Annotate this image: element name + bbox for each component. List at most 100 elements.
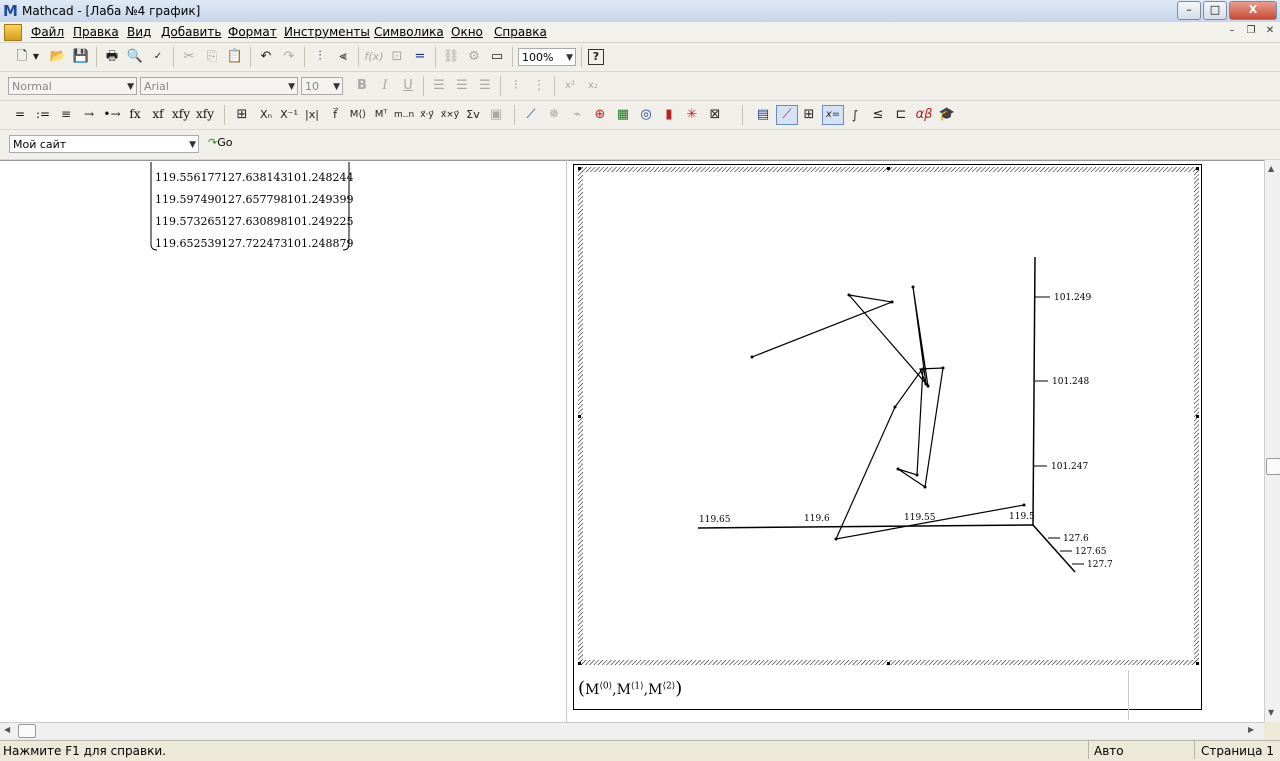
doc-minimize-icon[interactable]: – bbox=[1224, 25, 1240, 39]
calculator-toolbar-icon[interactable]: ▤ bbox=[753, 105, 773, 125]
contour-plot-icon[interactable]: ⊕ bbox=[590, 105, 610, 125]
resize-handle[interactable] bbox=[887, 167, 890, 170]
3d-scatter-plot[interactable]: 101.249 101.248 101.247 119.65 119.6 119… bbox=[578, 167, 1199, 665]
menu-symbolics[interactable]: Символика bbox=[374, 25, 444, 39]
vector-sum-icon[interactable]: Σv bbox=[463, 105, 483, 125]
insert-hyperlink-icon[interactable]: ⛓ bbox=[441, 47, 461, 67]
menu-file[interactable]: Файл bbox=[31, 25, 64, 39]
print-preview-icon[interactable]: 🔍 bbox=[125, 47, 145, 67]
calculus-toolbar-icon[interactable]: ∫ bbox=[845, 105, 865, 125]
align-right-icon[interactable]: ☰ bbox=[475, 76, 495, 96]
infix-operator-button[interactable]: xfy bbox=[170, 104, 192, 124]
menu-insert[interactable]: Добавить bbox=[161, 25, 221, 39]
help-button[interactable]: ? bbox=[588, 49, 604, 65]
align-across-icon[interactable]: ⫶ bbox=[310, 47, 330, 67]
numbering-icon[interactable]: ⋮ bbox=[529, 76, 549, 96]
dot-product-icon[interactable]: x⃗·y⃗ bbox=[417, 105, 437, 125]
menu-window[interactable]: Окно bbox=[451, 25, 483, 39]
zoom-select[interactable]: 100% ▼ bbox=[518, 48, 576, 66]
evaluate-button[interactable]: = bbox=[10, 104, 30, 124]
resize-handle[interactable] bbox=[1196, 167, 1199, 170]
scroll-left-icon[interactable]: ◀ bbox=[4, 725, 10, 734]
close-button[interactable]: X bbox=[1229, 1, 1277, 20]
font-size-select[interactable]: 10 ▼ bbox=[301, 77, 343, 95]
menu-tools[interactable]: Инструменты bbox=[284, 25, 370, 39]
resize-handle[interactable] bbox=[578, 167, 581, 170]
scroll-thumb[interactable] bbox=[18, 724, 36, 738]
resize-handle[interactable] bbox=[887, 662, 890, 665]
bold-button[interactable]: B bbox=[352, 76, 372, 96]
resize-handle[interactable] bbox=[1196, 415, 1199, 418]
programming-toolbar-icon[interactable]: ⊏ bbox=[891, 105, 911, 125]
menu-edit[interactable]: Правка bbox=[73, 25, 119, 39]
minimize-button[interactable]: – bbox=[1177, 1, 1201, 20]
prefix-operator-button[interactable]: fx bbox=[125, 104, 145, 124]
underline-button[interactable]: U bbox=[398, 76, 418, 96]
horizontal-scrollbar[interactable]: ◀ ▶ bbox=[0, 722, 1264, 739]
align-left-icon[interactable]: ☰ bbox=[429, 76, 449, 96]
postfix-operator-button[interactable]: xf bbox=[148, 104, 168, 124]
graph-toolbar-icon[interactable]: ⟋ bbox=[776, 105, 798, 125]
resize-handle[interactable] bbox=[578, 662, 581, 665]
greek-toolbar-icon[interactable]: αβ bbox=[914, 105, 934, 125]
align-center-icon[interactable]: ☰ bbox=[452, 76, 472, 96]
vectorize-icon[interactable]: f⃗ bbox=[325, 105, 345, 125]
italic-button[interactable]: I bbox=[375, 76, 395, 96]
scroll-down-icon[interactable]: ▼ bbox=[1268, 708, 1274, 717]
3d-bar-plot-icon[interactable]: ▦ bbox=[613, 105, 633, 125]
transpose-icon[interactable]: Mᵀ bbox=[371, 105, 391, 125]
menu-view[interactable]: Вид bbox=[127, 25, 151, 39]
run-script-icon[interactable]: ▭ bbox=[487, 47, 507, 67]
determinant-icon[interactable]: |x| bbox=[302, 105, 322, 125]
new-dropdown-icon[interactable]: ▼ bbox=[30, 47, 42, 67]
spellcheck-icon[interactable]: ✓ bbox=[148, 47, 168, 67]
global-define-button[interactable]: ≡ bbox=[56, 104, 76, 124]
cross-product-icon[interactable]: x⃗×y⃗ bbox=[440, 105, 460, 125]
inverse-icon[interactable]: X⁻¹ bbox=[279, 105, 299, 125]
keyword-evaluate-button[interactable]: •→ bbox=[102, 104, 122, 124]
copy-icon[interactable]: ⎘ bbox=[202, 47, 222, 67]
xy-plot-icon[interactable]: ⟋ bbox=[521, 105, 541, 125]
scroll-thumb[interactable] bbox=[1266, 458, 1280, 475]
vector-field-plot-icon[interactable]: ▮ bbox=[659, 105, 679, 125]
picture-icon[interactable]: ▣ bbox=[486, 105, 506, 125]
undo-icon[interactable]: ↶ bbox=[256, 47, 276, 67]
plot-wizard-icon[interactable]: ✳ bbox=[682, 105, 702, 125]
font-select[interactable]: Arial ▼ bbox=[140, 77, 298, 95]
evaluation-toolbar-icon[interactable]: x= bbox=[822, 105, 844, 125]
redo-icon[interactable]: ↷ bbox=[279, 47, 299, 67]
symbolic-evaluate-button[interactable]: → bbox=[79, 104, 99, 124]
menu-format[interactable]: Формат bbox=[228, 25, 277, 39]
range-icon[interactable]: m..n bbox=[394, 105, 414, 125]
menu-help[interactable]: Справка bbox=[494, 25, 547, 39]
matrix-icon[interactable]: ⊞ bbox=[232, 105, 252, 125]
component-wizard-icon[interactable]: ⚙ bbox=[464, 47, 484, 67]
column-icon[interactable]: M⟨⟩ bbox=[348, 105, 368, 125]
subscript-index-icon[interactable]: Xₙ bbox=[256, 105, 276, 125]
matrix-result[interactable]: 119.556177 127.638143 101.248244 119.597… bbox=[148, 162, 353, 252]
3d-scatter-plot-icon[interactable]: ◎ bbox=[636, 105, 656, 125]
boolean-toolbar-icon[interactable]: ≤ bbox=[868, 105, 888, 125]
superscript-icon[interactable]: x² bbox=[560, 76, 580, 96]
plot-expression[interactable]: (M⟨0⟩,M⟨1⟩,M⟨2⟩) bbox=[578, 678, 682, 699]
insert-function-icon[interactable]: f(x) bbox=[364, 47, 384, 67]
matrix-toolbar-icon[interactable]: ⊞ bbox=[799, 105, 819, 125]
document-icon[interactable] bbox=[4, 24, 22, 41]
symbolic-toolbar-icon[interactable]: 🎓 bbox=[937, 105, 957, 125]
save-icon[interactable]: 💾 bbox=[71, 47, 91, 67]
polar-plot-icon[interactable]: ✵ bbox=[544, 105, 564, 125]
resource-location-select[interactable]: Мой сайт ▼ bbox=[9, 135, 199, 153]
surface-plot-icon[interactable]: ⌁ bbox=[567, 105, 587, 125]
scroll-right-icon[interactable]: ▶ bbox=[1248, 725, 1254, 734]
doc-restore-icon[interactable]: ❐ bbox=[1243, 25, 1259, 39]
resize-handle[interactable] bbox=[1196, 662, 1199, 665]
calculate-icon[interactable]: = bbox=[410, 47, 430, 67]
treefix-operator-button[interactable]: xfy bbox=[194, 104, 216, 124]
style-select[interactable]: Normal ▼ bbox=[8, 77, 137, 95]
subscript-icon[interactable]: x₂ bbox=[583, 76, 603, 96]
3d-plot-wizard-icon[interactable]: ⊠ bbox=[705, 105, 725, 125]
maximize-button[interactable]: □ bbox=[1203, 1, 1227, 20]
go-button[interactable]: ↷Go bbox=[208, 136, 232, 149]
bullets-icon[interactable]: ⁝ bbox=[506, 76, 526, 96]
paste-icon[interactable]: 📋 bbox=[225, 47, 245, 67]
